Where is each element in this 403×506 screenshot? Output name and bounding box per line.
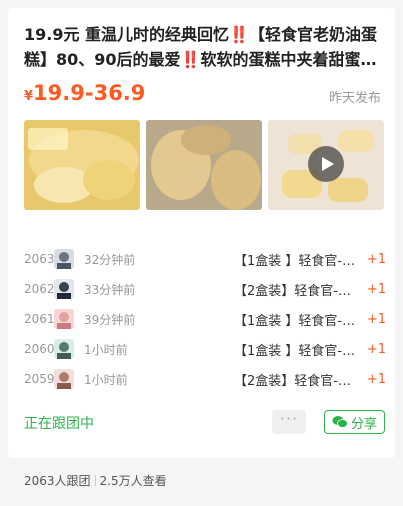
image-gallery <box>24 120 384 210</box>
order-number: 2060 <box>24 342 55 356</box>
currency-symbol: ¥ <box>24 89 34 104</box>
price: ¥19.9-36.9 <box>24 81 145 105</box>
order-row: 2061 39分钟前 【1盒装 】轻食官-… +1 <box>24 304 386 334</box>
follow-status-link[interactable]: 正在跟团中 <box>24 413 94 433</box>
order-item: 【1盒装 】轻食官-… <box>234 313 356 329</box>
order-item: 【1盒装 】轻食官-… <box>234 343 356 359</box>
avatar <box>54 309 74 329</box>
order-item: 【2盒装】轻食官-… <box>234 283 351 299</box>
more-button[interactable]: ··· <box>272 410 306 434</box>
order-number: 2063 <box>24 252 55 266</box>
order-number: 2061 <box>24 312 55 326</box>
order-row: 2059 1小时前 【2盒装】轻食官-… +1 <box>24 364 386 394</box>
joined-count: 2063人跟团 <box>24 474 91 488</box>
divider <box>94 475 96 486</box>
share-button[interactable]: 分享 <box>324 410 385 434</box>
avatar <box>54 249 74 269</box>
order-list: 2063 32分钟前 【1盒装 】轻食官-… +1 2062 33分钟前 【2盒… <box>24 244 386 394</box>
order-number: 2059 <box>24 372 55 386</box>
order-row: 2062 33分钟前 【2盒装】轻食官-… +1 <box>24 274 386 304</box>
order-qty: +1 <box>366 341 386 357</box>
order-time: 32分钟前 <box>84 252 136 267</box>
order-qty: +1 <box>366 251 386 267</box>
group-buy-card[interactable]: 19.9元 重温儿时的经典回忆‼️【轻食官老奶油蛋糕】80、90后的最爱‼️软软… <box>8 8 395 458</box>
order-item: 【1盒装 】轻食官-… <box>234 253 356 269</box>
order-qty: +1 <box>366 311 386 327</box>
share-label: 分享 <box>350 416 377 432</box>
order-time: 39分钟前 <box>84 312 136 327</box>
avatar <box>54 369 74 389</box>
product-image-2[interactable] <box>146 120 262 210</box>
avatar <box>54 339 74 359</box>
product-title[interactable]: 19.9元 重温儿时的经典回忆‼️【轻食官老奶油蛋糕】80、90后的最爱‼️软软… <box>24 22 384 72</box>
product-image-1[interactable] <box>24 120 140 210</box>
stats-bar: 2063人跟团 2.5万人查看 <box>24 472 167 489</box>
order-row: 2063 32分钟前 【1盒装 】轻食官-… +1 <box>24 244 386 274</box>
wechat-icon <box>332 416 348 428</box>
avatar <box>54 279 74 299</box>
play-icon[interactable] <box>308 146 344 182</box>
posted-time: 昨天发布 <box>328 91 381 106</box>
order-item: 【2盒装】轻食官-… <box>234 373 351 389</box>
order-row: 2060 1小时前 【1盒装 】轻食官-… +1 <box>24 334 386 364</box>
product-video-thumbnail[interactable] <box>268 120 384 210</box>
price-range: 19.9-36.9 <box>33 81 146 105</box>
order-time: 33分钟前 <box>84 282 136 297</box>
order-time: 1小时前 <box>84 372 128 387</box>
order-number: 2062 <box>24 282 55 296</box>
view-count: 2.5万人查看 <box>99 474 167 488</box>
order-time: 1小时前 <box>84 342 128 357</box>
order-qty: +1 <box>366 281 386 297</box>
order-qty: +1 <box>366 371 386 387</box>
